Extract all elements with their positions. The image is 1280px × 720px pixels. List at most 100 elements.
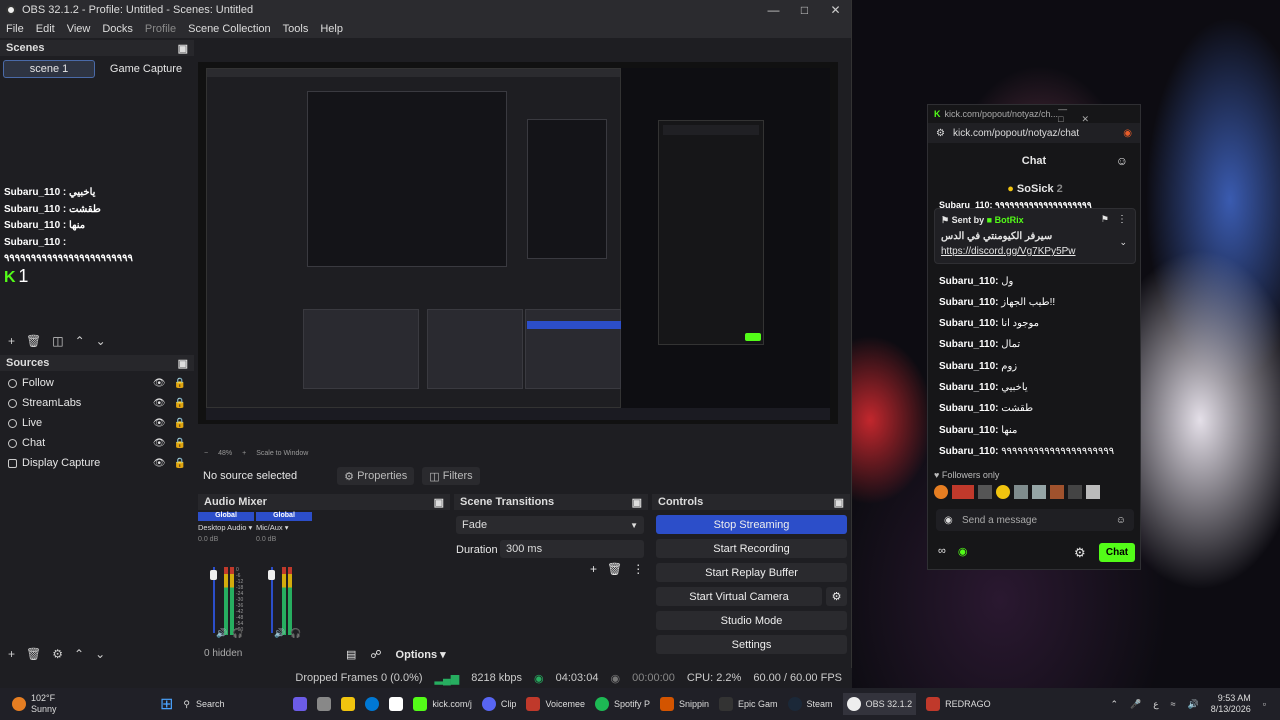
emote-icon[interactable] — [1050, 485, 1064, 499]
volume-icon[interactable]: 🔊 — [1188, 699, 1199, 710]
chat-username[interactable]: Subaru_110: — [939, 403, 998, 414]
preview-canvas[interactable] — [198, 62, 838, 424]
chat-username[interactable]: Subaru_110: — [939, 318, 998, 329]
scene-item-1[interactable]: scene 1 — [3, 60, 95, 78]
undock-icon[interactable]: ▣ — [434, 496, 444, 509]
filter-scene-icon[interactable]: ◫ — [52, 334, 63, 348]
menu-docks[interactable]: Docks — [102, 23, 133, 35]
link-icon[interactable]: ☍ — [370, 648, 381, 661]
pinned-link[interactable]: https://discord.gg/Vg7KPy5Pw — [941, 246, 1076, 257]
chat-username[interactable]: Subaru_110: — [939, 297, 998, 308]
layout-icon[interactable]: ▤ — [346, 648, 356, 661]
remove-transition-icon[interactable]: 🗑 — [607, 562, 622, 576]
weather-widget[interactable]: 102°F Sunny — [12, 693, 132, 715]
move-down-icon[interactable]: ⌄ — [95, 647, 105, 661]
source-item-live[interactable]: Live 👁 🔒 — [0, 413, 194, 433]
chat-username[interactable]: Subaru_110: — [939, 276, 998, 287]
popout-window-controls[interactable]: —□✕ — [1058, 104, 1134, 125]
chrome-icon[interactable] — [389, 697, 404, 711]
taskbar-app-steam[interactable]: Steam — [787, 697, 833, 711]
taskbar-app-spotify[interactable]: Spotify P — [594, 697, 650, 711]
chat-username[interactable]: Subaru_110: — [939, 425, 998, 436]
taskbar-app-clip[interactable]: Clip — [481, 697, 516, 711]
settings-button[interactable]: Settings — [656, 635, 847, 654]
emote-icon[interactable] — [952, 485, 974, 499]
send-message-input[interactable]: ◉ Send a message ☺ — [936, 509, 1134, 531]
lock-icon[interactable]: 🔒 — [174, 458, 186, 469]
source-item-streamlabs[interactable]: StreamLabs 👁 🔒 — [0, 393, 194, 413]
chat-username[interactable]: Subaru_110: — [939, 446, 998, 457]
close-button[interactable]: ✕ — [820, 3, 851, 17]
source-settings-icon[interactable]: ⚙ — [52, 647, 63, 661]
url-text[interactable]: kick.com/popout/notyaz/chat — [953, 128, 1079, 139]
studio-mode-button[interactable]: Studio Mode — [656, 611, 847, 630]
taskbar-app-epic[interactable]: Epic Gam — [719, 697, 778, 711]
clock[interactable]: 9:53 AM 8/13/2026 — [1211, 693, 1251, 715]
zoom-out-icon[interactable]: − — [204, 450, 208, 457]
chat-mode-icon[interactable]: ◉ — [944, 515, 953, 526]
add-transition-icon[interactable]: + — [590, 562, 597, 576]
taskbar-search[interactable]: ⚲ Search — [183, 699, 283, 710]
language-indicator[interactable]: ع — [1153, 699, 1158, 710]
eye-icon[interactable]: 👁 — [153, 438, 166, 449]
more-options-icon[interactable]: ⋮ — [632, 562, 644, 576]
undock-icon[interactable]: ▣ — [178, 357, 188, 370]
lock-icon[interactable]: 🔒 — [174, 418, 186, 429]
file-explorer-icon[interactable] — [341, 697, 356, 711]
notifications-icon[interactable]: ▫ — [1263, 699, 1266, 709]
taskview-icon[interactable] — [293, 697, 308, 711]
unpin-icon[interactable]: ⚑ — [1101, 214, 1109, 225]
chevron-down-icon[interactable]: ▾ — [248, 523, 252, 532]
move-down-icon[interactable]: ⌄ — [96, 334, 106, 348]
chat-username[interactable]: Subaru_110: — [939, 361, 998, 372]
lock-icon[interactable]: 🔒 — [174, 398, 186, 409]
taskbar-app-snipping[interactable]: Snippin — [660, 697, 709, 711]
source-item-display-capture[interactable]: Display Capture 👁 🔒 — [0, 453, 194, 473]
lock-icon[interactable]: 🔒 — [174, 378, 186, 389]
emote-icon[interactable] — [978, 485, 992, 499]
maximize-button[interactable]: □ — [789, 3, 820, 17]
taskbar-app-obs[interactable]: OBS 32.1.2 — [842, 693, 917, 715]
undock-icon[interactable]: ▣ — [632, 496, 642, 509]
emote-icon[interactable] — [934, 485, 948, 499]
chat-send-button[interactable]: Chat — [1099, 543, 1135, 562]
add-scene-icon[interactable]: + — [8, 334, 15, 348]
more-options-icon[interactable]: ⋮ — [1117, 214, 1127, 225]
transition-select[interactable]: Fade ▼ — [456, 516, 644, 534]
remove-scene-icon[interactable]: 🗑 — [26, 334, 41, 348]
scene-item-game-capture[interactable]: Game Capture — [101, 60, 191, 78]
move-up-icon[interactable]: ⌃ — [74, 647, 84, 661]
source-item-chat[interactable]: Chat 👁 🔒 — [0, 433, 194, 453]
copilot-icon[interactable] — [317, 697, 332, 711]
undock-icon[interactable]: ▣ — [834, 496, 844, 509]
chat-username[interactable]: Subaru_110: — [939, 382, 998, 393]
emote-icon[interactable] — [1068, 485, 1082, 499]
start-replay-buffer-button[interactable]: Start Replay Buffer — [656, 563, 847, 582]
zoom-in-icon[interactable]: + — [242, 450, 246, 457]
move-up-icon[interactable]: ⌃ — [75, 334, 85, 348]
remove-source-icon[interactable]: 🗑 — [26, 647, 41, 661]
speaker-icon[interactable]: 🔊 — [274, 628, 285, 639]
menu-help[interactable]: Help — [320, 23, 343, 35]
headphones-icon[interactable]: 🎧 — [290, 628, 301, 639]
virtual-camera-settings-icon[interactable]: ⚙ — [826, 587, 847, 606]
menu-profile[interactable]: Profile — [145, 23, 176, 35]
wifi-icon[interactable]: ≈ — [1171, 699, 1176, 709]
taskbar-app-redragon[interactable]: REDRAGO — [926, 697, 991, 711]
emote-icon[interactable] — [996, 485, 1010, 499]
fader-knob[interactable] — [268, 570, 275, 580]
users-icon[interactable]: ☺ — [1116, 154, 1128, 168]
site-info-icon[interactable]: ⚙ — [936, 128, 945, 139]
start-virtual-camera-button[interactable]: Start Virtual Camera — [656, 587, 822, 606]
microphone-icon[interactable]: 🎤 — [1130, 699, 1141, 710]
menu-view[interactable]: View — [67, 23, 91, 35]
taskbar-app-kick[interactable]: kick.com/j — [413, 697, 472, 711]
eye-icon[interactable]: 👁 — [153, 418, 166, 429]
chat-settings-icon[interactable]: ⚙ — [1074, 545, 1086, 561]
minimize-button[interactable]: — — [758, 3, 789, 17]
source-item-follow[interactable]: Follow 👁 🔒 — [0, 373, 194, 393]
undock-icon[interactable]: ▣ — [178, 42, 188, 55]
emoji-icon[interactable]: ☺ — [1116, 515, 1126, 526]
menu-file[interactable]: File — [6, 23, 24, 35]
points-icon[interactable]: ∞ — [938, 545, 946, 558]
